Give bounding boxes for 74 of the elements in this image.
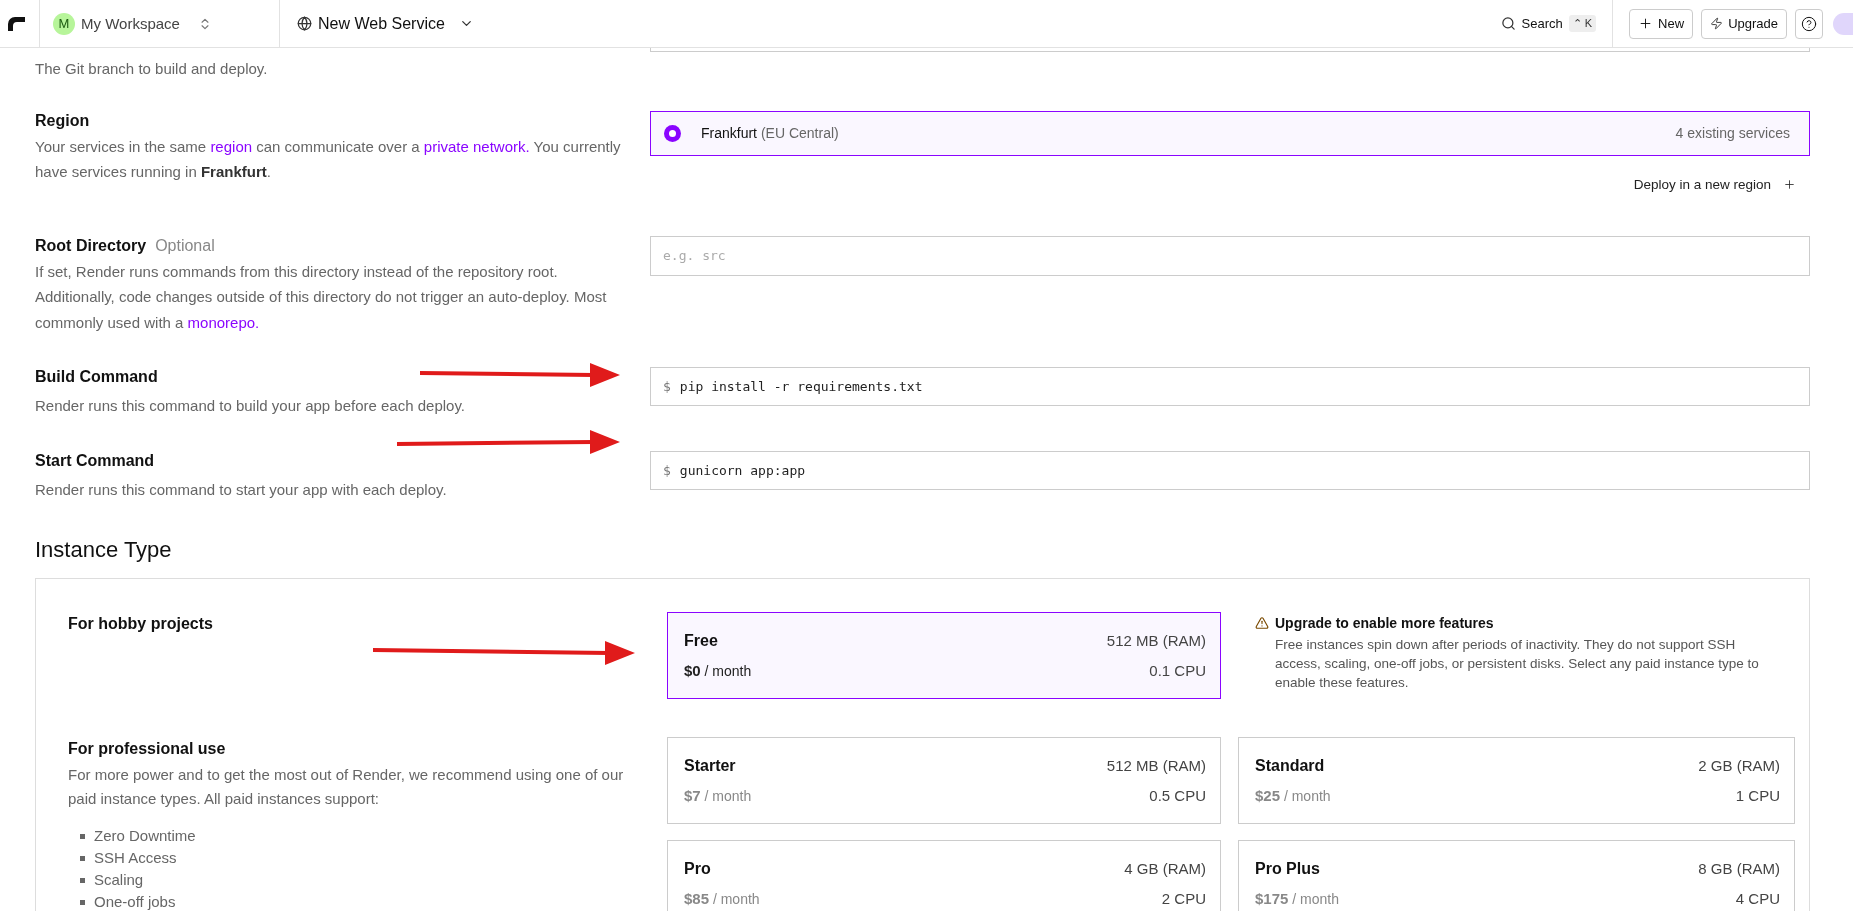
plan-name: Free xyxy=(684,631,719,651)
plan-card[interactable]: Pro 4 GB (RAM) $85 / month 2 CPU xyxy=(667,840,1221,911)
plan-name: Starter xyxy=(684,756,737,776)
feature-item: Zero Downtime xyxy=(68,825,667,847)
plan-cpu: 0.1 CPU xyxy=(1149,661,1206,681)
plan-card[interactable]: Free 512 MB (RAM) $0 / month 0.1 CPU xyxy=(667,612,1221,699)
search-icon xyxy=(1500,16,1516,31)
feature-item: One-off jobs xyxy=(68,891,667,911)
help-icon xyxy=(1801,15,1817,32)
field-description: Render runs this command to build your app before each deploy. xyxy=(35,396,466,416)
root-directory-field[interactable]: e.g. src xyxy=(650,235,1810,276)
warning-text: Free instances spin down after periods of inactivity. They do not support SSH access, scaling, one-off jobs, or persistent disks. Select any paid instance type to enable these features. xyxy=(1275,636,1760,692)
search-label: Search xyxy=(1521,16,1563,31)
feature-item: Scaling xyxy=(68,869,667,891)
plus-icon xyxy=(1638,16,1654,31)
branch-field[interactable] xyxy=(650,48,1810,52)
plus-icon xyxy=(1783,177,1796,191)
plan-ram: 4 GB (RAM) xyxy=(1124,859,1206,879)
plan-price: $25 / month xyxy=(1255,786,1332,806)
plan-price: $85 / month xyxy=(684,889,761,909)
plan-name: Standard xyxy=(1255,756,1326,776)
plan-ram: 512 MB (RAM) xyxy=(1106,756,1206,776)
plan-ram: 2 GB (RAM) xyxy=(1698,756,1780,776)
field-description: If set, Render runs commands from this directory instead of the repository root. Additionally, code changes outside of this directory do not trigger an auto-deploy. Most commonly used with a monorepo. xyxy=(35,261,608,333)
plan-ram: 512 MB (RAM) xyxy=(1106,631,1206,651)
feature-item: SSH Access xyxy=(68,847,667,869)
lightning-icon xyxy=(1710,17,1724,30)
new-button[interactable]: New xyxy=(1629,8,1694,39)
field-title: Region xyxy=(35,110,90,131)
plan-cpu: 4 CPU xyxy=(1735,889,1780,909)
search-button[interactable]: Search ⌃ K xyxy=(1500,15,1597,32)
deploy-region-button[interactable]: Deploy in a new region xyxy=(1633,176,1796,192)
group-title: For hobby projects xyxy=(68,614,213,634)
plan-cpu: 2 CPU xyxy=(1161,889,1206,909)
command-field[interactable]: $ gunicorn app:app xyxy=(650,450,1810,490)
plan-price: $175 / month xyxy=(1255,889,1340,909)
prompt-symbol: $ xyxy=(663,379,671,394)
logo-icon xyxy=(8,16,25,31)
shortcut-key: ⌃ K xyxy=(1568,15,1597,32)
radio-button[interactable] xyxy=(664,124,681,142)
text-link[interactable]: region xyxy=(210,137,253,155)
text-link[interactable]: private network. xyxy=(423,137,530,155)
plan-cpu: 1 CPU xyxy=(1735,786,1780,806)
group-title: For professional use xyxy=(68,739,226,759)
warning-icon xyxy=(1255,616,1269,630)
plan-card[interactable]: Starter 512 MB (RAM) $7 / month 0.5 CPU xyxy=(667,737,1221,824)
workspace-switcher[interactable]: M My Workspace xyxy=(53,12,212,35)
group-description: For more power and to get the most out of Render, we recommend using one of our paid instance types. All paid instances support: xyxy=(68,765,625,809)
plan-price: $0 / month xyxy=(684,661,753,681)
plan-name: Pro xyxy=(684,859,712,879)
service-selector[interactable]: New Web Service xyxy=(297,14,474,33)
command-field[interactable]: $ pip install -r requirements.txt xyxy=(650,367,1810,406)
globe-icon xyxy=(297,16,312,31)
help-button[interactable] xyxy=(1795,8,1823,39)
plan-card[interactable]: Pro Plus 8 GB (RAM) $175 / month 4 CPU xyxy=(1238,840,1795,911)
field-title: Build Command xyxy=(35,367,158,387)
region-name: Frankfurt (EU Central) xyxy=(701,125,839,141)
plan-card[interactable]: Standard 2 GB (RAM) $25 / month 1 CPU xyxy=(1238,737,1795,824)
text-link[interactable]: monorepo. xyxy=(187,313,260,331)
upgrade-button[interactable]: Upgrade xyxy=(1701,8,1787,39)
field-description: The Git branch to build and deploy. xyxy=(35,59,269,79)
plan-ram: 8 GB (RAM) xyxy=(1698,859,1780,879)
region-option[interactable]: Frankfurt (EU Central) 4 existing services xyxy=(650,110,1810,156)
section-heading: Instance Type xyxy=(35,536,173,564)
prompt-symbol: $ xyxy=(663,462,671,478)
warning-title: Upgrade to enable more features xyxy=(1275,614,1495,632)
plan-cpu: 0.5 CPU xyxy=(1149,786,1206,806)
plan-name: Pro Plus xyxy=(1255,859,1321,879)
field-title: Start Command xyxy=(35,450,155,471)
plan-price: $7 / month xyxy=(684,786,753,806)
field-description: Your services in the same region can communicate over a private network. You currently have services running in Frankfurt. xyxy=(35,136,622,182)
field-description: Render runs this command to start your app with each deploy. xyxy=(35,479,448,500)
field-title: Root Directory Optional xyxy=(35,235,215,256)
service-count: 4 existing services xyxy=(1675,125,1790,141)
